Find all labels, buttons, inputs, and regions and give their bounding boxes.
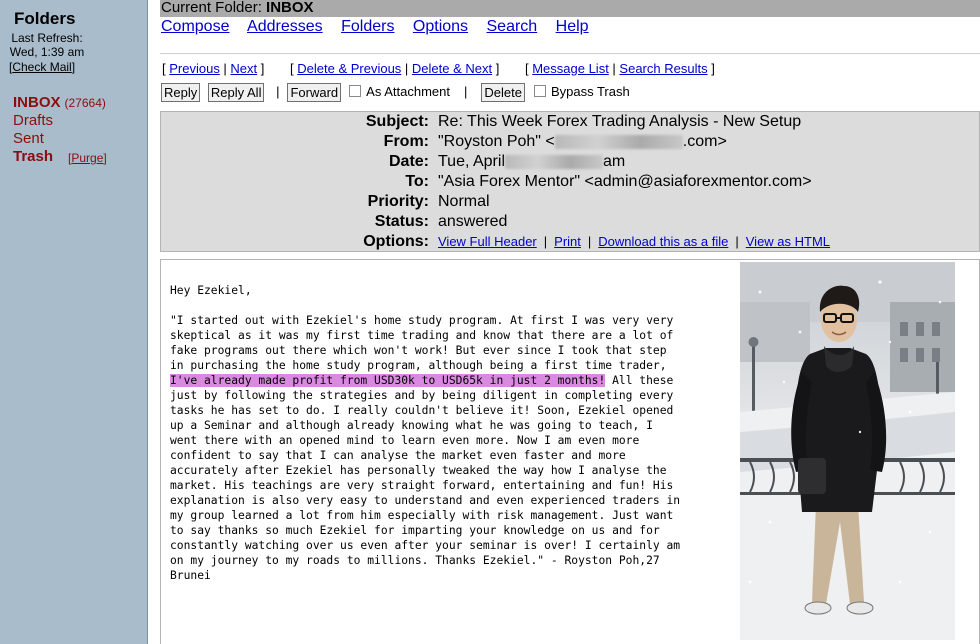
delete-nav-group: [ Delete & Previous | Delete & Next ] — [290, 61, 500, 76]
options-value: View Full Header | Print | Download this as … — [438, 233, 830, 251]
bypass-trash-label: Bypass Trash — [550, 83, 630, 99]
list-nav-group: [ Message List | Search Results ] — [524, 61, 715, 76]
as-attachment-label: As Attachment — [366, 83, 450, 99]
date-end: am — [603, 153, 626, 170]
to-value: "Asia Forex Mentor" <admin@asiaforexment… — [438, 173, 812, 190]
help-link[interactable]: Help — [556, 18, 589, 35]
current-folder-name: INBOX — [266, 0, 314, 16]
redacted-date — [505, 154, 603, 169]
priority-row: Priority: Normal — [161, 193, 979, 213]
from-domain: .com> — [682, 133, 727, 150]
highlighted-text: I've already made profit from USD30k to … — [170, 374, 606, 387]
folders-title: Folders — [14, 9, 76, 28]
subject-label: Subject: — [365, 113, 429, 130]
date-label: Date: — [388, 153, 429, 170]
purge-link[interactable]: Purge — [71, 151, 103, 165]
options-row: Options: View Full Header | Print | Download… — [161, 233, 979, 253]
view-full-header-link[interactable]: View Full Header — [438, 234, 537, 249]
options-link[interactable]: Options — [413, 18, 468, 35]
priority-label: Priority: — [367, 193, 429, 210]
last-refresh-label: Last Refresh: — [11, 31, 83, 45]
date-value: Tue, April am — [438, 153, 625, 171]
folders-link[interactable]: Folders — [341, 18, 394, 35]
view-html-link[interactable]: View as HTML — [746, 234, 830, 249]
purge: [Purge] — [68, 151, 107, 165]
status-label: Status: — [374, 213, 429, 230]
prev-next-group: [ Previous | Next ] — [162, 61, 265, 76]
to-row: To: "Asia Forex Mentor" <admin@asiaforex… — [161, 173, 979, 193]
folder-inbox-label: INBOX — [13, 94, 61, 111]
folder-drafts[interactable]: Drafts — [13, 112, 53, 129]
folder-inbox[interactable]: INBOX (27664) — [13, 94, 106, 111]
reply-all-button[interactable]: Reply All — [207, 83, 265, 102]
message-body: Hey Ezekiel, "I started out with Ezekiel… — [160, 259, 980, 644]
folder-sent[interactable]: Sent — [13, 130, 44, 147]
separator: | — [276, 83, 280, 99]
as-attachment-checkbox[interactable] — [349, 84, 362, 97]
to-label: To: — [405, 173, 429, 190]
testimonial-after: just by following the strategies and by … — [170, 389, 681, 582]
from-row: From: "Royston Poh" < .com> — [161, 133, 979, 153]
last-refresh-time: Wed, 1:39 am — [9, 45, 85, 59]
current-folder-label: Current Folder: — [161, 0, 262, 16]
message-text: Hey Ezekiel, "I started out with Ezekiel… — [170, 283, 730, 583]
date-start: Tue, April — [438, 153, 505, 170]
message-actions: Reply Reply All | Forward As Attachment | De… — [161, 83, 630, 105]
separator: | — [463, 83, 468, 99]
message-header: Subject: Re: This Week Forex Trading Ana… — [160, 111, 980, 252]
status-row: Status: answered — [161, 213, 979, 233]
separator: | — [735, 234, 739, 249]
check-mail-link[interactable]: Check Mail — [12, 60, 71, 74]
from-label: From: — [383, 133, 429, 150]
check-mail: [Check Mail] — [9, 60, 76, 74]
divider — [160, 53, 980, 54]
priority-value: Normal — [438, 193, 490, 210]
separator: | — [543, 234, 548, 249]
message-nav: [ Previous | Next ] [ Delete & Previous … — [162, 61, 715, 76]
subject-row: Subject: Re: This Week Forex Trading Ana… — [161, 113, 979, 133]
date-row: Date: Tue, April am — [161, 153, 979, 173]
addresses-link[interactable]: Addresses — [247, 18, 323, 35]
search-results-link[interactable]: Search Results — [619, 61, 707, 76]
from-name: "Royston Poh" < — [438, 133, 555, 150]
separator: | — [587, 234, 592, 249]
download-link[interactable]: Download this as a file — [598, 234, 728, 249]
delete-next-link[interactable]: Delete & Next — [412, 61, 492, 76]
search-link[interactable]: Search — [487, 18, 538, 35]
sender-photo — [740, 262, 955, 640]
delete-previous-link[interactable]: Delete & Previous — [297, 61, 401, 76]
subject-value: Re: This Week Forex Trading Analysis - N… — [438, 113, 802, 130]
top-menu: Compose Addresses Folders Options Search… — [161, 18, 603, 36]
last-refresh: Last Refresh: Wed, 1:39 am — [6, 31, 88, 59]
redacted-email — [554, 134, 683, 149]
delete-button[interactable]: Delete — [481, 83, 525, 102]
bypass-trash-checkbox[interactable] — [533, 84, 546, 97]
folder-trash[interactable]: Trash — [13, 148, 53, 165]
from-value: "Royston Poh" < .com> — [438, 133, 727, 151]
current-folder-bar: Current Folder: INBOX — [160, 0, 980, 17]
folder-pane: Folders Last Refresh: Wed, 1:39 am [Chec… — [0, 0, 148, 644]
greeting: Hey Ezekiel, — [170, 284, 252, 297]
print-link[interactable]: Print — [554, 234, 581, 249]
status-value: answered — [438, 213, 508, 230]
next-link[interactable]: Next — [230, 61, 257, 76]
testimonial-before: "I started out with Ezekiel's home study… — [170, 314, 674, 372]
compose-link[interactable]: Compose — [161, 18, 229, 35]
message-list-link[interactable]: Message List — [532, 61, 609, 76]
reply-button[interactable]: Reply — [161, 83, 201, 102]
forward-button[interactable]: Forward — [287, 83, 342, 102]
testimonial-continue: All these — [605, 374, 674, 387]
options-label: Options: — [363, 233, 429, 250]
previous-link[interactable]: Previous — [169, 61, 220, 76]
inbox-count: (27664) — [64, 96, 106, 110]
